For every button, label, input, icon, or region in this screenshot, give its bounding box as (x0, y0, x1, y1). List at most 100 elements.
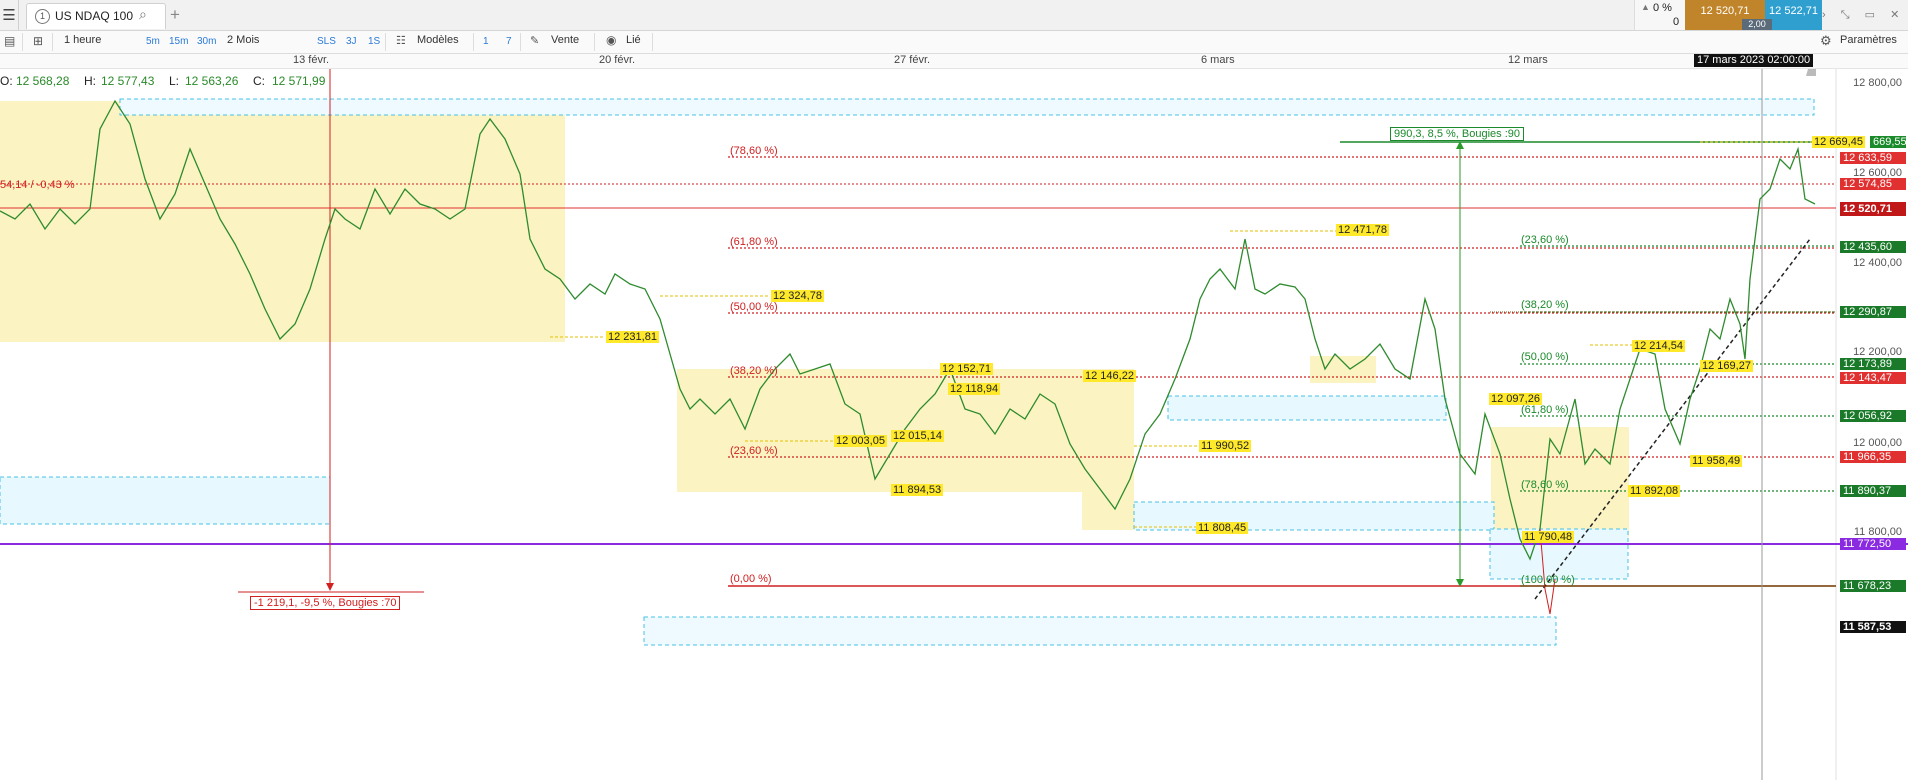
price-tag: 11 966,35 (1840, 451, 1906, 463)
day-7[interactable]: 7 (506, 36, 512, 47)
ask-button[interactable]: 12 522,71 (1765, 0, 1822, 30)
price-tag: 12 173,89 (1840, 358, 1906, 370)
fib-label: (61,80 %) (730, 236, 778, 248)
chart-toolbar: ▤ ⊞ 1 heure 5m 15m 30m 2 Mois SLS 3J 1S … (0, 31, 1908, 54)
ohlc-low-label: L: (169, 74, 180, 88)
tab-us-ndaq-100[interactable]: 1 US NDAQ 100 ⌕ (26, 3, 166, 29)
level-label[interactable]: 11 808,45 (1196, 522, 1249, 534)
fib-label: (23,60 %) (730, 445, 778, 457)
level-label[interactable]: 11 894,53 (891, 484, 944, 496)
fib-label: (38,20 %) (1521, 299, 1569, 311)
tab-title: US NDAQ 100 (55, 9, 134, 23)
zone-cyan[interactable] (0, 476, 331, 525)
window-controls: › ⤡ ▭ ✕ (1822, 8, 1899, 22)
interval-5m[interactable]: 5m (146, 36, 160, 47)
date-tick: 20 févr. (599, 54, 636, 66)
level-label[interactable]: 11 990,52 (1199, 440, 1252, 452)
interval-15m[interactable]: 15m (169, 36, 188, 47)
mode-1s[interactable]: 1S (368, 36, 380, 47)
level-label[interactable]: 11 790,48 (1522, 531, 1575, 543)
zone-yellow[interactable] (1310, 356, 1376, 383)
restore-icon[interactable]: ▭ (1865, 9, 1875, 21)
list-icon[interactable]: ▤ (4, 34, 15, 48)
zone-cyan[interactable] (119, 98, 1815, 116)
date-tick: 6 mars (1201, 54, 1235, 66)
interval-30m[interactable]: 30m (197, 36, 216, 47)
chevron-right-icon[interactable]: › (1822, 9, 1826, 21)
measure-up-label[interactable]: 990,3, 8,5 %, Bougies :90 (1390, 127, 1524, 141)
ohlc-open-label: O: (0, 74, 13, 88)
measure-down-label[interactable]: -1 219,1, -9,5 %, Bougies :70 (250, 596, 401, 610)
fib-label: (78,60 %) (730, 145, 778, 157)
y-tick: 11 800,00 (1853, 526, 1902, 538)
zone-yellow[interactable] (0, 101, 565, 342)
level-label[interactable]: 12 097,26 (1489, 393, 1542, 405)
interval-select[interactable]: 1 heure (64, 34, 101, 46)
level-label[interactable]: 12 152,71 (940, 363, 993, 375)
level-label[interactable]: 12 669,45 (1812, 136, 1865, 148)
price-tag: 12 435,60 (1840, 241, 1906, 253)
mode-3j[interactable]: 3J (346, 36, 357, 47)
ask-price: 12 522,71 (1769, 5, 1818, 17)
spread-badge: 2,00 (1742, 19, 1772, 30)
fib-label: (100,00 %) (1521, 574, 1575, 586)
chart-canvas[interactable] (0, 69, 1908, 780)
models-icon[interactable]: ☷ (396, 34, 406, 47)
level-label[interactable]: 12 146,22 (1083, 370, 1136, 382)
settings-button[interactable]: Paramètres (1840, 34, 1897, 46)
gear-icon[interactable]: ⚙ (1820, 33, 1832, 49)
menu-icon[interactable]: ☰ (0, 0, 19, 30)
price-tag: 11 587,53 (1840, 621, 1906, 633)
level-label[interactable]: 12 015,14 (891, 430, 944, 442)
fib-label: (23,60 %) (1521, 234, 1569, 246)
level-label[interactable]: 12 169,27 (1700, 360, 1753, 372)
level-label[interactable]: 12 324,78 (771, 290, 824, 302)
mode-sls[interactable]: SLS (317, 36, 336, 47)
level-label[interactable]: 11 892,08 (1628, 485, 1681, 497)
fib-label: (61,80 %) (1521, 404, 1569, 416)
tab-bar: ☰ 1 US NDAQ 100 ⌕ + ▲ 0 % 0 12 520,71 12… (0, 0, 1908, 31)
day-1[interactable]: 1 (483, 36, 489, 47)
y-tick: 12 200,00 (1853, 346, 1902, 358)
sell-button[interactable]: Vente (551, 34, 579, 46)
position-box: ▲ 0 % 0 (1634, 0, 1685, 30)
price-chart[interactable]: O: 12 568,28 H: 12 577,43 L: 12 563,26 C… (0, 69, 1908, 780)
eye-icon[interactable]: ◉ (606, 33, 616, 47)
date-axis: 13 févr. 20 févr. 27 févr. 6 mars 12 mar… (0, 54, 1908, 69)
add-tab-icon[interactable]: + (170, 5, 180, 25)
pen-icon[interactable]: ✎ (530, 34, 539, 47)
close-icon[interactable]: ✕ (1890, 9, 1899, 21)
price-tag: 11 772,50 (1840, 538, 1906, 550)
fib-label: (0,00 %) (730, 573, 772, 585)
zone-cyan[interactable] (643, 616, 1557, 646)
zone-cyan[interactable] (1133, 501, 1495, 531)
level-label[interactable]: 11 958,49 (1690, 455, 1743, 467)
zone-yellow[interactable] (1082, 492, 1134, 530)
fib-label: (50,00 %) (730, 301, 778, 313)
date-tick: 27 févr. (894, 54, 931, 66)
position-arrow-icon: ▲ (1641, 2, 1650, 12)
ohlc-high-label: H: (84, 74, 96, 88)
level-label[interactable]: 12 231,81 (606, 331, 659, 343)
models-button[interactable]: Modèles (417, 34, 459, 46)
level-label[interactable]: 12 471,78 (1336, 224, 1389, 236)
date-tick: 12 mars (1508, 54, 1548, 66)
level-label[interactable]: 12 118,94 (948, 383, 1001, 395)
period-select[interactable]: 2 Mois (227, 34, 259, 46)
fib-label: (38,20 %) (730, 365, 778, 377)
ohlc-close-label: C: (253, 74, 265, 88)
level-label[interactable]: 12 214,54 (1632, 340, 1685, 352)
search-icon[interactable]: ⌕ (139, 6, 147, 23)
position-qty: 0 (1673, 16, 1680, 28)
price-tag: 12 290,87 (1840, 306, 1906, 318)
collapse-icon[interactable]: ⤡ (1841, 9, 1850, 21)
layout-icon[interactable]: ⊞ (33, 34, 43, 48)
price-tag: 12 574,85 (1840, 178, 1906, 190)
ohlc-open: 12 568,28 (16, 74, 70, 88)
level-label[interactable]: 12 003,05 (834, 435, 887, 447)
price-tag-current: 12 520,71 (1840, 202, 1906, 216)
ohlc-high: 12 577,43 (101, 74, 155, 88)
linked-button[interactable]: Lié (626, 34, 641, 46)
price-tag: 12 056,92 (1840, 410, 1906, 422)
zone-cyan[interactable] (1167, 395, 1447, 421)
